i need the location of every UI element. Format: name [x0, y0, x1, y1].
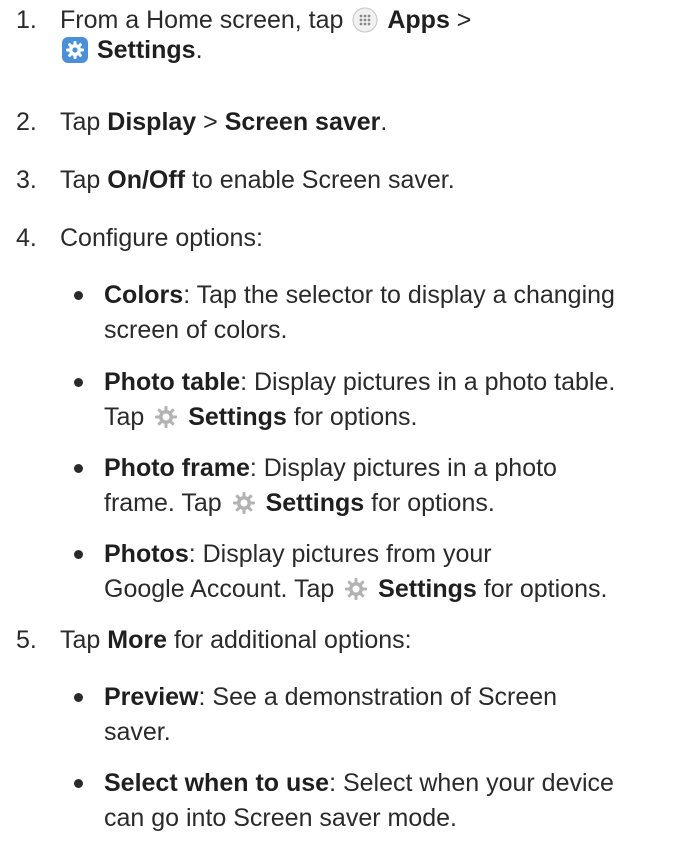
bullet-dot: [74, 550, 83, 560]
settings-gear-icon: [343, 576, 369, 611]
step-number: 4.: [16, 223, 37, 252]
step-number: 5.: [16, 625, 37, 654]
settings-gear-blue-icon: [62, 36, 88, 72]
step-text: Tap Display > Screen saver.: [60, 108, 388, 137]
step-number: 3.: [16, 165, 37, 194]
settings-gear-icon: [231, 490, 257, 525]
bullet-dot: [74, 377, 83, 387]
step-number: 1.: [16, 6, 37, 35]
instructions-page: 1. From a Home screen, tap Apps > Settin…: [0, 0, 694, 846]
step-number: 2.: [16, 108, 37, 137]
bullet-dot: [74, 291, 83, 301]
step-text: Configure options:: [60, 223, 263, 252]
settings-gear-icon: [153, 404, 179, 439]
bullet-dot: [74, 779, 83, 788]
step-text: Tap More for additional options:: [60, 625, 412, 654]
step-1-line-2: Settings.: [60, 33, 203, 72]
bullet-dot: [74, 692, 83, 702]
step-text: Tap On/Off to enable Screen saver.: [60, 165, 455, 194]
bullet-dot: [74, 463, 83, 473]
apps-grid-icon: [352, 7, 378, 42]
